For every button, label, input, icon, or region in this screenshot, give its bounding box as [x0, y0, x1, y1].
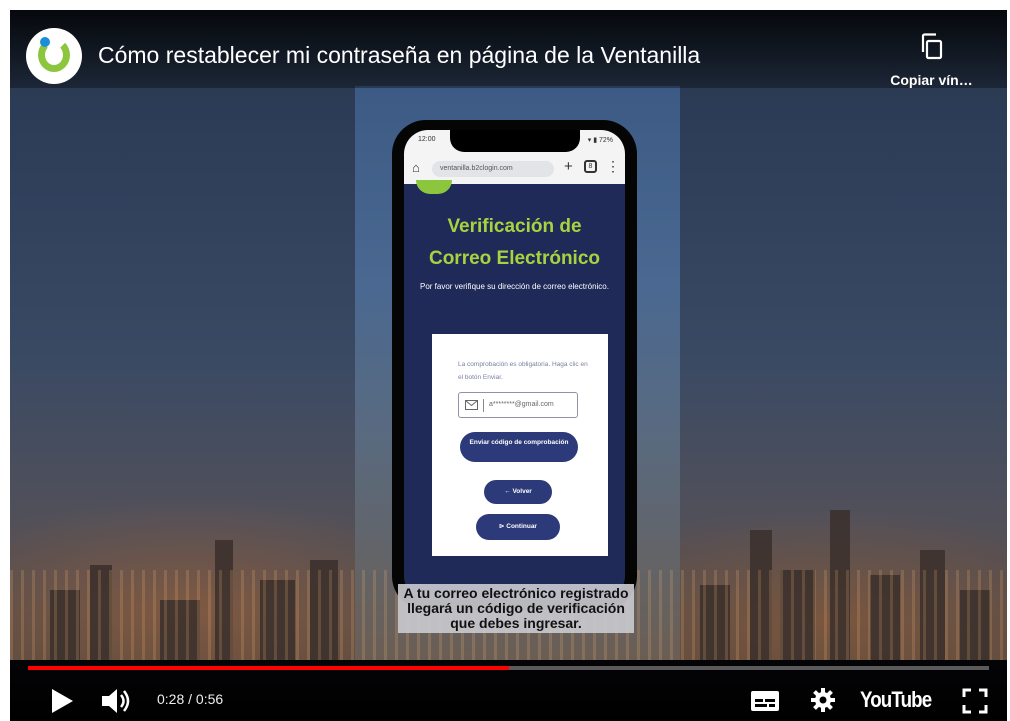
caption-line-2: llegará un código de verificación: [407, 600, 625, 616]
email-value: a********@gmail.com: [489, 401, 554, 408]
channel-logo-dot: [40, 37, 50, 47]
back-button: ← Volver: [484, 480, 552, 504]
send-code-button: Enviar código de comprobación: [460, 432, 578, 462]
site-logo-fragment: [416, 180, 452, 194]
copy-icon: [921, 33, 942, 60]
email-field: a********@gmail.com: [458, 392, 578, 418]
video-frame[interactable]: 12:00 ▾ ▮ 72% ⌂ ventanilla.b2clogin.com …: [10, 10, 1007, 660]
video-title[interactable]: Cómo restablecer mi contraseña en página…: [98, 42, 700, 69]
url-text: ventanilla.b2clogin.com: [440, 165, 513, 172]
youtube-logo[interactable]: YouTube: [860, 687, 932, 713]
caption-line-1: A tu correo electrónico registrado: [403, 585, 629, 601]
verification-card: La comprobación es obligatoria. Haga cli…: [432, 334, 608, 556]
copy-link-button[interactable]: Copiar vín…: [874, 32, 989, 90]
gear-icon[interactable]: [810, 687, 836, 713]
status-icons: ▾ ▮ 72%: [587, 137, 613, 144]
phone-notch: [450, 130, 580, 152]
home-icon: ⌂: [412, 160, 420, 175]
caption-line-3: que debes ingresar.: [450, 615, 582, 631]
captions-icon[interactable]: [750, 690, 780, 712]
title-bar: Cómo restablecer mi contraseña en página…: [10, 10, 1007, 88]
volume-icon[interactable]: [100, 687, 134, 715]
player-controls: 0:28 / 0:56 YouTube: [10, 660, 1007, 721]
email-field-divider: [483, 399, 484, 412]
card-note: La comprobación es obligatoria. Haga cli…: [458, 361, 588, 381]
progress-fill: [28, 666, 509, 670]
kebab-menu-icon: ⋮: [606, 158, 620, 174]
progress-bar[interactable]: [28, 666, 989, 670]
fullscreen-icon[interactable]: [962, 688, 988, 714]
copy-link-label: Copiar vín…: [890, 72, 973, 88]
phone-mockup: 12:00 ▾ ▮ 72% ⌂ ventanilla.b2clogin.com …: [392, 120, 637, 610]
page-subtitle: Por favor verifique su dirección de corr…: [420, 282, 609, 291]
url-bar: ventanilla.b2clogin.com: [432, 161, 554, 177]
play-icon[interactable]: [50, 688, 74, 714]
status-time: 12:00: [418, 136, 436, 143]
tabs-icon: 8: [584, 160, 597, 173]
time-display: 0:28 / 0:56: [157, 691, 224, 707]
page-heading-line2: Correo Electrónico: [428, 248, 601, 269]
page-heading-line1: Verificación de: [447, 216, 582, 237]
burned-in-caption: A tu correo electrónico registrado llega…: [398, 584, 634, 633]
continue-button: ⊳ Continuar: [476, 514, 560, 540]
phone-screen: 12:00 ▾ ▮ 72% ⌂ ventanilla.b2clogin.com …: [404, 130, 625, 600]
mail-icon: [465, 400, 478, 410]
channel-avatar[interactable]: [26, 28, 82, 84]
video-player[interactable]: 12:00 ▾ ▮ 72% ⌂ ventanilla.b2clogin.com …: [10, 10, 1007, 721]
new-tab-icon: +: [564, 158, 573, 175]
